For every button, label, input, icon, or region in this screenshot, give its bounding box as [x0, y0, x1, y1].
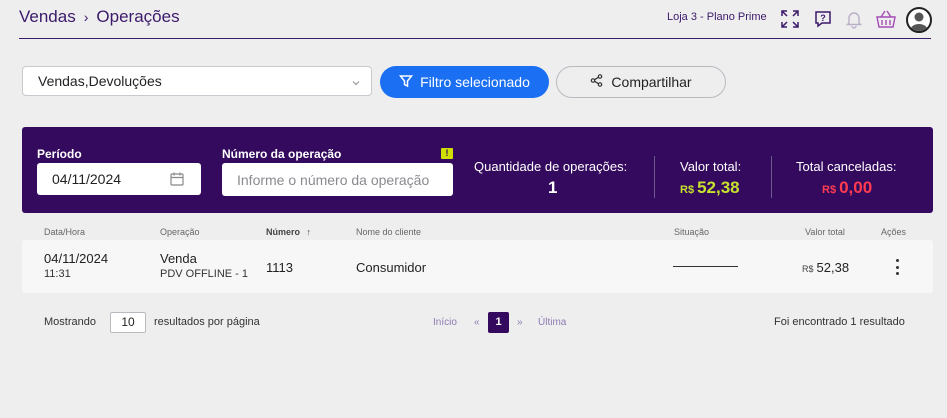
canceled-label: Total canceladas: [796, 159, 897, 174]
column-header-total[interactable]: Valor total [805, 227, 845, 237]
user-avatar-icon[interactable] [906, 7, 932, 33]
period-date-input[interactable]: 04/11/2024 [37, 163, 201, 195]
stat-divider [771, 156, 772, 198]
pagination-next[interactable]: » [517, 317, 523, 328]
store-plan-label[interactable]: Loja 3 - Plano Prime [667, 11, 767, 23]
row-total-amount: 52,38 [816, 260, 850, 275]
quantity-value: 1 [548, 178, 558, 197]
summary-panel: Período 04/11/2024 Número da operação ! … [22, 127, 933, 213]
row-status: — [673, 266, 738, 267]
total-label: Valor total: [680, 159, 742, 174]
share-button[interactable]: Compartilhar [556, 66, 726, 98]
share-icon [590, 74, 603, 90]
operation-number-label: Número da operação [222, 147, 342, 161]
table-row[interactable]: 04/11/2024 11:31 Venda PDV OFFLINE - 1 1… [22, 240, 933, 293]
canceled-value: R$ 0,00 [822, 178, 872, 198]
total-amount: 52,38 [697, 178, 740, 197]
total-value: R$ 52,38 [680, 178, 740, 198]
help-icon[interactable]: ? [812, 8, 834, 30]
column-header-number[interactable]: Número ↑ [266, 227, 311, 237]
share-button-label: Compartilhar [611, 74, 692, 90]
operation-number-input[interactable] [222, 163, 453, 196]
basket-icon[interactable] [875, 8, 897, 30]
per-page-suffix: resultados por página [154, 316, 260, 328]
total-currency: R$ [680, 184, 695, 196]
row-number: 1113 [266, 260, 293, 275]
warning-icon: ! [441, 148, 453, 159]
expand-icon[interactable] [779, 8, 801, 30]
pagination-last[interactable]: Última [538, 317, 566, 328]
canceled-currency: R$ [822, 184, 837, 196]
column-header-operation[interactable]: Operação [160, 227, 200, 237]
sort-asc-icon: ↑ [306, 227, 312, 237]
filter-button-label: Filtro selecionado [420, 74, 530, 90]
period-label: Período [37, 147, 82, 161]
row-date: 04/11/2024 [44, 251, 109, 266]
pagination-prev[interactable]: « [474, 317, 480, 328]
row-client: Consumidor [356, 260, 427, 275]
result-count: Foi encontrado 1 resultado [774, 316, 905, 328]
breadcrumb: Vendas › Operações [19, 7, 180, 27]
column-header-actions: Ações [881, 227, 907, 237]
pagination-current-page[interactable]: 1 [488, 312, 509, 333]
row-operation-source: PDV OFFLINE - 1 [160, 268, 249, 280]
filter-icon [399, 74, 414, 91]
header-divider [19, 38, 931, 39]
quantity-label: Quantidade de operações: [474, 159, 628, 174]
column-header-datetime[interactable]: Data/Hora [44, 227, 85, 237]
top-bar: Vendas › Operações Loja 3 - Plano Prime … [0, 0, 947, 40]
operation-type-select[interactable]: Vendas,Devoluções [22, 66, 372, 96]
column-header-status[interactable]: Situação [674, 227, 709, 237]
breadcrumb-operacoes: Operações [96, 7, 180, 26]
column-header-number-label: Número [266, 227, 301, 237]
column-header-client[interactable]: Nome do cliente [356, 227, 421, 237]
canceled-amount: 0,00 [839, 178, 873, 197]
calendar-icon[interactable] [169, 171, 185, 190]
showing-label: Mostrando [44, 316, 96, 328]
svg-text:?: ? [820, 13, 826, 23]
row-time: 11:31 [44, 268, 71, 280]
row-actions-menu-icon[interactable] [894, 259, 900, 275]
breadcrumb-vendas[interactable]: Vendas [19, 7, 76, 27]
breadcrumb-separator: › [83, 9, 89, 25]
row-total-currency: R$ [802, 264, 814, 274]
per-page-input[interactable]: 10 [110, 312, 146, 333]
period-date-value: 04/11/2024 [52, 171, 122, 187]
chevron-down-icon [351, 75, 361, 91]
row-total: R$ 52,38 [802, 260, 849, 275]
filter-button[interactable]: Filtro selecionado [380, 66, 549, 98]
operation-type-value: Vendas,Devoluções [38, 73, 162, 89]
bell-icon[interactable] [843, 8, 865, 30]
stat-divider [654, 156, 655, 198]
row-operation: Venda [160, 251, 197, 266]
pagination-first[interactable]: Início [433, 317, 457, 328]
